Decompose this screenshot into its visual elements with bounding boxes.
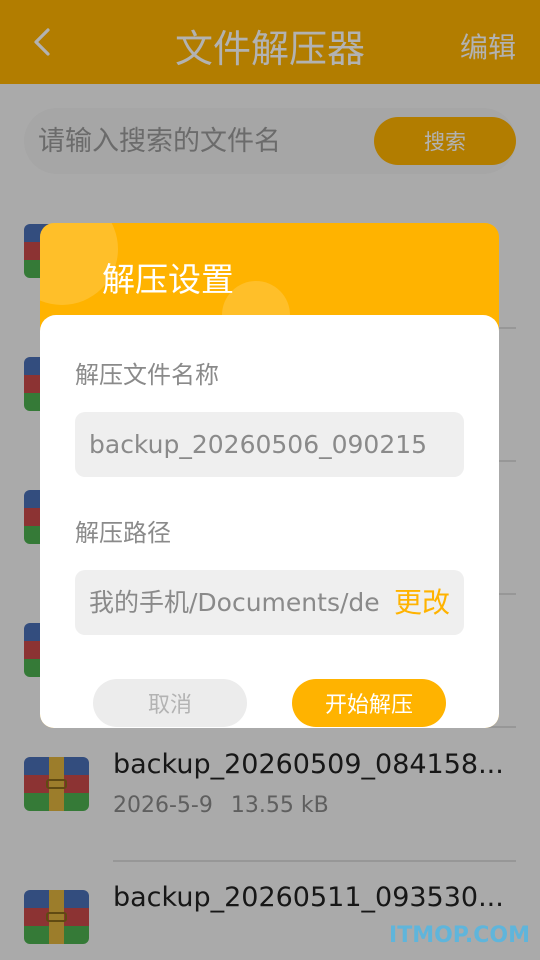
filename-field[interactable]: backup_20260506_090215 [75,412,464,477]
path-value: 我的手机/Documents/decompression [89,588,379,617]
start-extract-button[interactable]: 开始解压 [292,679,446,727]
filename-value: backup_20260506_090215 [89,430,428,459]
dialog-title: 解压设置 [102,260,234,299]
extract-settings-dialog: 解压设置 解压文件名称 backup_20260506_090215 解压路径 … [40,223,499,728]
dialog-body: 解压文件名称 backup_20260506_090215 解压路径 我的手机/… [40,315,499,728]
filename-label: 解压文件名称 [75,361,219,389]
path-label: 解压路径 [75,519,171,547]
watermark: ITMOP.COM [389,923,530,948]
cancel-button[interactable]: 取消 [93,679,247,727]
path-field[interactable]: 我的手机/Documents/decompression 更改 [75,570,464,635]
change-path-button[interactable]: 更改 [389,570,450,635]
